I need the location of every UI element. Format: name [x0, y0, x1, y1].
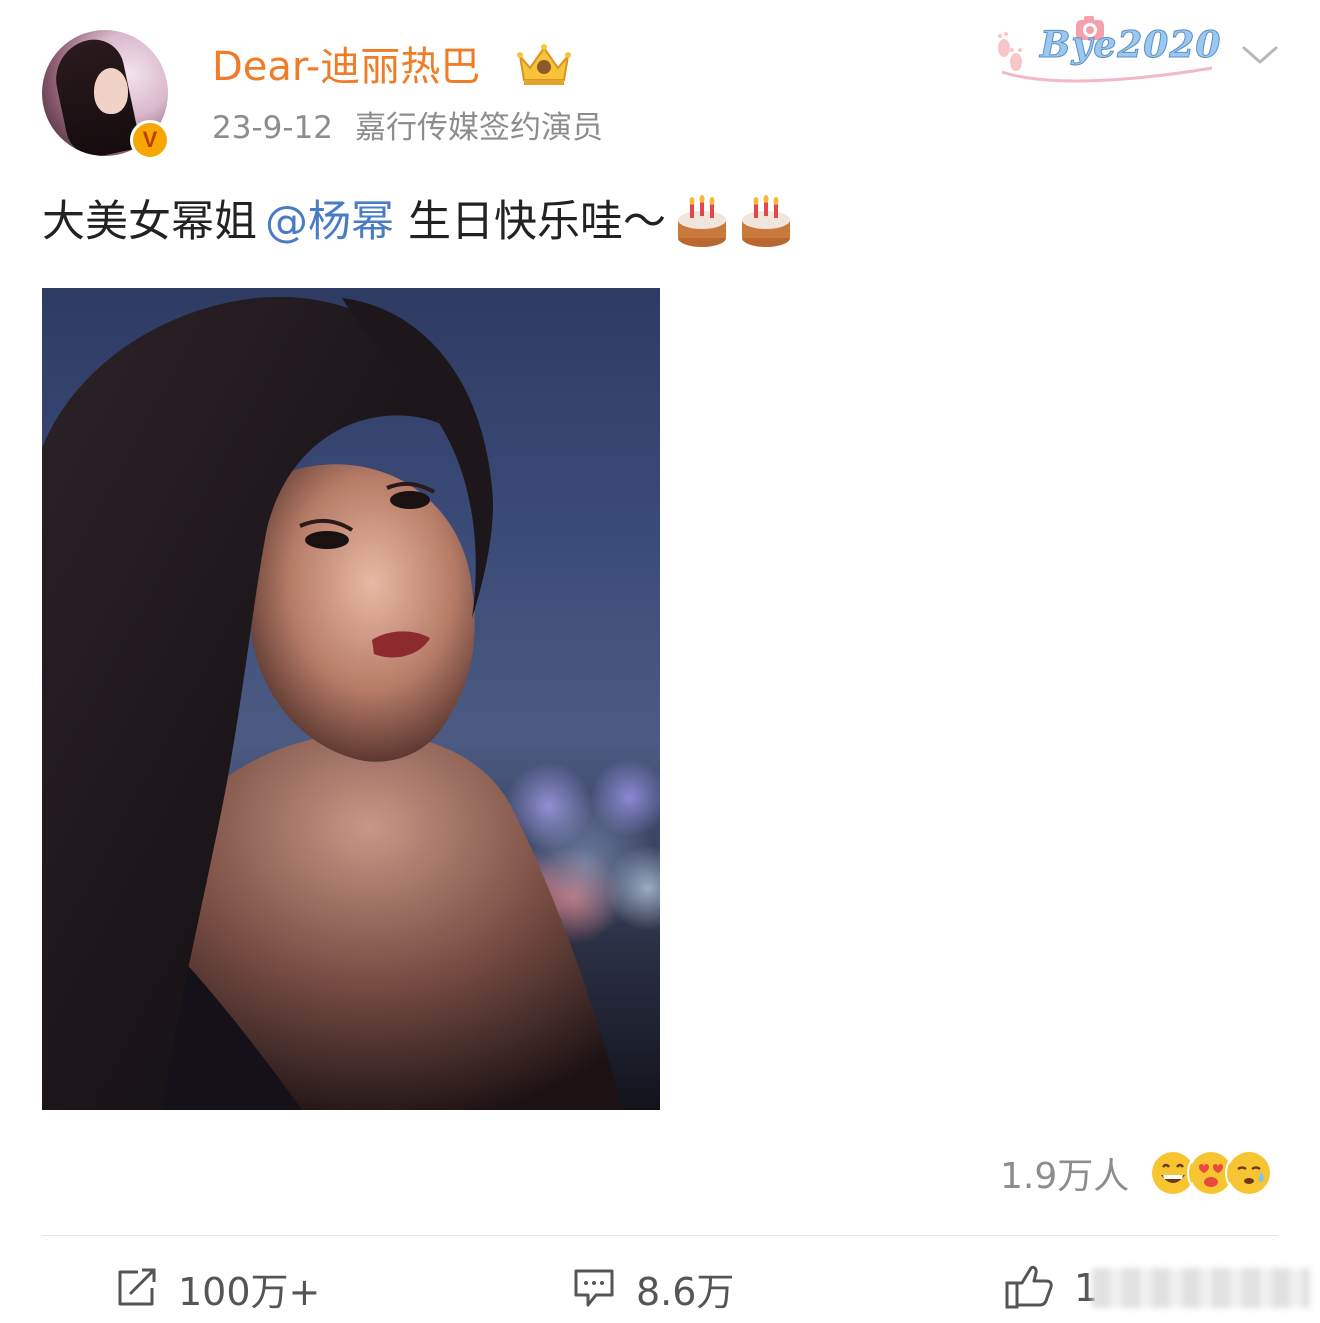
- post-image[interactable]: [42, 288, 660, 1110]
- portrait-photo: [42, 296, 622, 1110]
- repost-button[interactable]: 100万+: [114, 1258, 320, 1318]
- mention-link[interactable]: @杨幂: [265, 192, 394, 252]
- repost-count: 100万+: [178, 1269, 321, 1314]
- reaction-summary[interactable]: 1.9万人: [1000, 1148, 1274, 1198]
- verified-badge-icon: V: [130, 120, 170, 160]
- like-button[interactable]: 1: [1004, 1258, 1098, 1318]
- divider: [42, 1235, 1278, 1236]
- author-description: 嘉行传媒签约演员: [355, 110, 603, 146]
- author-name[interactable]: Dear-迪丽热巴: [212, 42, 480, 92]
- bye-decoration-text: Bye2020: [1039, 24, 1222, 67]
- post-date: 23-9-12: [212, 110, 333, 146]
- repost-icon: [118, 1268, 156, 1306]
- sweat-emoji: [1225, 1149, 1274, 1197]
- verified-badge-letter: V: [142, 127, 158, 152]
- chevron-down-icon[interactable]: [1240, 40, 1280, 70]
- comment-button[interactable]: 8.6万: [572, 1258, 734, 1318]
- birthday-cake-icon: [742, 195, 790, 247]
- crown-icon: [517, 44, 571, 85]
- comment-count: 8.6万: [636, 1269, 735, 1314]
- reaction-count: 1.9万人: [1000, 1156, 1130, 1197]
- birthday-cake-icon: [678, 195, 726, 247]
- post-text-part: 生日快乐哇～: [408, 197, 666, 247]
- watermark-blur: [1092, 1268, 1310, 1308]
- post-text-part: 大美女幂姐: [42, 197, 257, 247]
- post-text: 大美女幂姐 @杨幂 生日快乐哇～: [42, 192, 794, 252]
- avatar-face: [94, 68, 128, 114]
- post-meta: 23-9-12 嘉行传媒签约演员: [212, 108, 603, 148]
- thumbs-up-icon: [1005, 1265, 1053, 1309]
- comment-icon: [574, 1269, 614, 1307]
